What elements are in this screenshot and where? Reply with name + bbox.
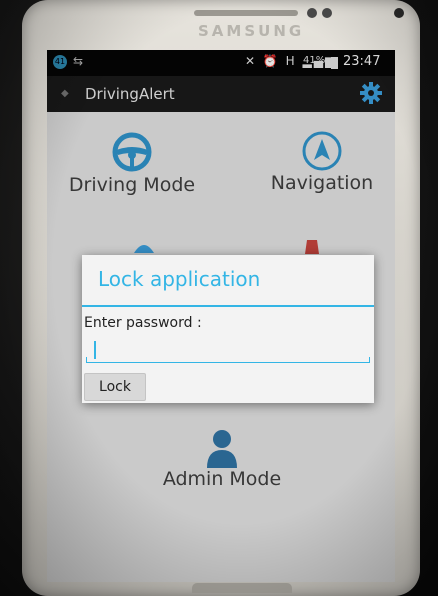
home-button[interactable] — [192, 583, 292, 593]
lock-button[interactable]: Lock — [84, 373, 146, 401]
text-cursor — [94, 341, 96, 359]
password-field-underline — [86, 362, 370, 363]
proximity-sensor — [307, 8, 317, 18]
dialog-title: Lock application — [98, 267, 261, 291]
password-field-edge-right — [369, 357, 370, 363]
photo-background: SAMSUNG 41 ⇆ ✕ ⏰ H ▂▄▆ 41% 23:47 ◆ Drivi… — [0, 0, 438, 596]
brand-logo: SAMSUNG — [198, 22, 305, 40]
dialog-divider — [82, 305, 374, 307]
lock-dialog: Lock application Enter password : Lock — [82, 255, 374, 403]
light-sensor — [322, 8, 332, 18]
password-prompt: Enter password : — [84, 315, 202, 331]
password-field-edge-left — [86, 357, 87, 363]
front-camera — [394, 8, 404, 18]
phone-screen: 41 ⇆ ✕ ⏰ H ▂▄▆ 41% 23:47 ◆ DrivingAlert — [47, 50, 395, 582]
password-field[interactable] — [86, 337, 370, 361]
earpiece-speaker — [194, 10, 298, 16]
